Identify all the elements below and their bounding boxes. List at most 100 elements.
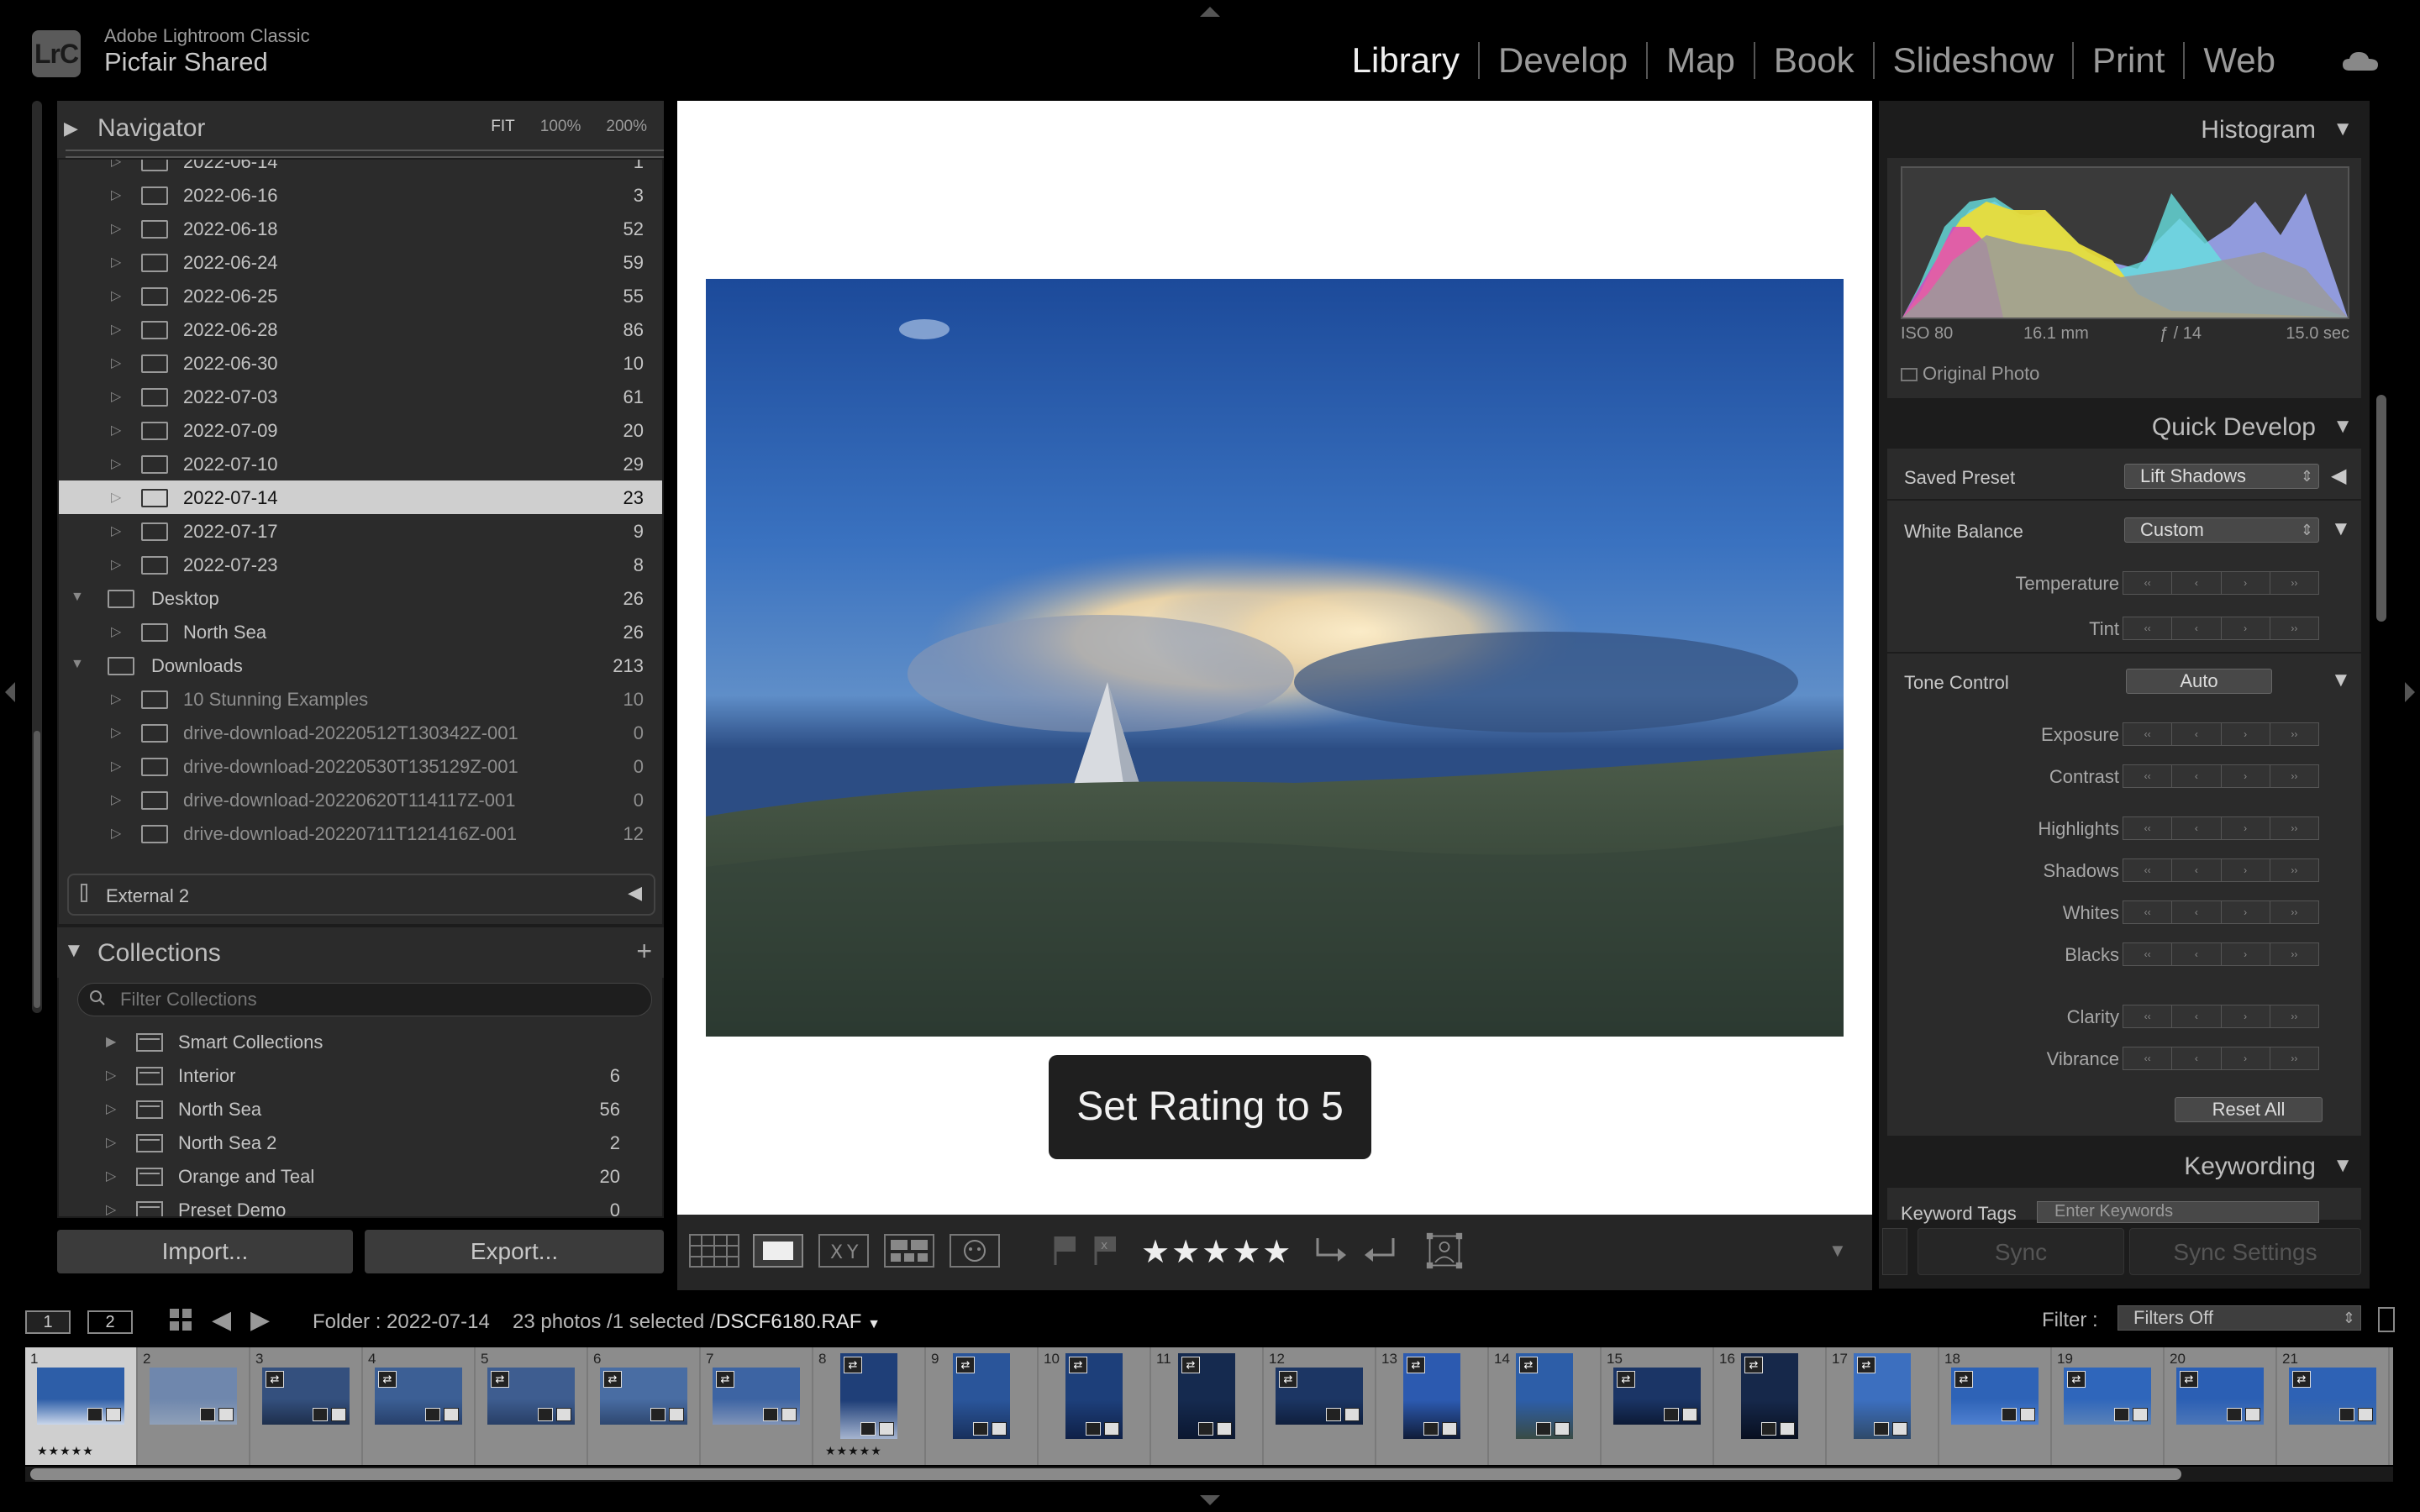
- develop-badge-icon[interactable]: [444, 1408, 459, 1421]
- exposure-dec-large[interactable]: ‹‹: [2123, 723, 2173, 745]
- develop-badge-icon[interactable]: [556, 1408, 571, 1421]
- develop-badge-icon[interactable]: [2020, 1408, 2035, 1421]
- filmstrip-thumbnail[interactable]: 12 ⇄: [1264, 1347, 1376, 1465]
- temperature-inc-large[interactable]: ››: [2270, 572, 2318, 594]
- auto-tone-button[interactable]: Auto: [2126, 669, 2272, 694]
- volume-collapse-icon[interactable]: ◀: [628, 882, 642, 904]
- folder-expand-icon[interactable]: ▷: [111, 422, 121, 438]
- keywording-collapse-icon[interactable]: ▼: [2333, 1154, 2353, 1178]
- filmstrip-thumbnail[interactable]: 11 ⇄: [1151, 1347, 1264, 1465]
- folder-row[interactable]: ▷ 10 Stunning Examples 10: [59, 682, 662, 716]
- folder-row[interactable]: ▷ 2022-06-14 1: [59, 160, 662, 178]
- develop-badge-icon[interactable]: [106, 1408, 121, 1421]
- filmstrip-thumbnail[interactable]: 4 ⇄: [363, 1347, 476, 1465]
- folder-expand-icon[interactable]: ▷: [111, 489, 121, 506]
- rating-stars[interactable]: ★★★★★: [1141, 1233, 1292, 1272]
- collection-expand-icon[interactable]: ▷: [106, 1100, 116, 1117]
- collection-badge-icon[interactable]: [200, 1408, 215, 1421]
- add-collection-icon[interactable]: +: [636, 936, 652, 967]
- folder-collapse-icon[interactable]: ▼: [71, 590, 84, 605]
- shadows-dec[interactable]: ‹: [2172, 859, 2222, 881]
- whites-inc[interactable]: ›: [2222, 901, 2270, 923]
- left-panel-toggle-icon[interactable]: [5, 682, 15, 702]
- exposure-dec[interactable]: ‹: [2172, 723, 2222, 745]
- collection-row[interactable]: ▷ North Sea 56: [59, 1092, 662, 1126]
- folder-expand-icon[interactable]: ▷: [111, 690, 121, 707]
- highlights-dec-large[interactable]: ‹‹: [2123, 817, 2173, 839]
- reset-all-button[interactable]: Reset All: [2175, 1097, 2323, 1122]
- collection-badge-icon[interactable]: [763, 1408, 778, 1421]
- folder-row[interactable]: ▷ drive-download-20220530T135129Z-001 0: [59, 749, 662, 783]
- develop-badge-icon[interactable]: [1217, 1422, 1232, 1436]
- folder-row[interactable]: ▷ 2022-07-03 61: [59, 380, 662, 413]
- folder-expand-icon[interactable]: ▷: [111, 522, 121, 539]
- folder-row[interactable]: ▷ 2022-07-23 8: [59, 548, 662, 581]
- auto-sync-switch[interactable]: [1882, 1228, 1907, 1275]
- develop-badge-icon[interactable]: [2358, 1408, 2373, 1421]
- folder-expand-icon[interactable]: ▷: [111, 354, 121, 371]
- vibrance-dec-large[interactable]: ‹‹: [2123, 1047, 2173, 1069]
- folder-collapse-icon[interactable]: ▼: [71, 657, 84, 672]
- filter-lock-icon[interactable]: [2378, 1307, 2395, 1332]
- flag-reject-icon[interactable]: x: [1089, 1231, 1123, 1270]
- filmstrip-thumbnail[interactable]: 19 ⇄: [2052, 1347, 2165, 1465]
- folder-row[interactable]: ▷ 2022-07-10 29: [59, 447, 662, 480]
- filmstrip-thumbnail[interactable]: 13 ⇄: [1376, 1347, 1489, 1465]
- collection-badge-icon[interactable]: [1536, 1422, 1551, 1436]
- folder-row[interactable]: ▷ drive-download-20220620T114117Z-001 0: [59, 783, 662, 816]
- navigator-preview[interactable]: [66, 150, 664, 158]
- filmstrip-thumbnail[interactable]: 8 ⇄ ★★★★★: [813, 1347, 926, 1465]
- filmstrip-thumbnail[interactable]: 17 ⇄: [1827, 1347, 1939, 1465]
- collection-badge-icon[interactable]: [538, 1408, 553, 1421]
- saved-preset-select[interactable]: Lift Shadows: [2124, 464, 2319, 489]
- shadows-dec-large[interactable]: ‹‹: [2123, 859, 2173, 881]
- collection-badge-icon[interactable]: [1326, 1408, 1341, 1421]
- zoom-200[interactable]: 200%: [606, 118, 647, 136]
- contrast-dec-large[interactable]: ‹‹: [2123, 765, 2173, 787]
- folder-expand-icon[interactable]: ▷: [111, 758, 121, 774]
- temperature-inc[interactable]: ›: [2222, 572, 2270, 594]
- vibrance-inc-large[interactable]: ››: [2270, 1047, 2318, 1069]
- highlights-stepper[interactable]: ‹‹ ‹ › ››: [2123, 816, 2319, 840]
- folder-row[interactable]: ▷ drive-download-20220512T130342Z-001 0: [59, 716, 662, 749]
- collection-expand-icon[interactable]: ▷: [106, 1168, 116, 1184]
- folder-row[interactable]: ▷ 2022-06-30 10: [59, 346, 662, 380]
- collection-badge-icon[interactable]: [313, 1408, 328, 1421]
- filmstrip-scroll-thumb[interactable]: [30, 1468, 2181, 1480]
- temperature-stepper[interactable]: ‹‹ ‹ › ››: [2123, 571, 2319, 595]
- grid-view-icon[interactable]: [689, 1231, 739, 1270]
- module-map[interactable]: Map: [1648, 42, 1755, 79]
- collection-row[interactable]: ▷ Preset Demo 0: [59, 1193, 662, 1216]
- forward-arrow-icon[interactable]: ▶: [250, 1305, 270, 1335]
- exposure-inc-large[interactable]: ››: [2270, 723, 2318, 745]
- develop-badge-icon[interactable]: [1104, 1422, 1119, 1436]
- white-balance-select[interactable]: Custom: [2124, 517, 2319, 543]
- screen-1-button[interactable]: 1: [25, 1310, 71, 1334]
- shadows-stepper[interactable]: ‹‹ ‹ › ››: [2123, 858, 2319, 882]
- module-develop[interactable]: Develop: [1480, 42, 1649, 79]
- volume-external-2[interactable]: External 2 ◀: [67, 874, 655, 916]
- temperature-dec-large[interactable]: ‹‹: [2123, 572, 2173, 594]
- tint-inc-large[interactable]: ››: [2270, 617, 2318, 639]
- collection-badge-icon[interactable]: [1664, 1408, 1679, 1421]
- white-balance-collapse-icon[interactable]: ▼: [2331, 517, 2351, 541]
- filmstrip-thumbnail[interactable]: 2: [138, 1347, 250, 1465]
- filmstrip-thumbnail[interactable]: 9 ⇄: [926, 1347, 1039, 1465]
- contrast-inc-large[interactable]: ››: [2270, 765, 2318, 787]
- cloud-sync-icon[interactable]: [2341, 49, 2380, 72]
- survey-view-icon[interactable]: [884, 1231, 934, 1270]
- collection-row[interactable]: ▷ Orange and Teal 20: [59, 1159, 662, 1193]
- develop-badge-icon[interactable]: [1682, 1408, 1697, 1421]
- collection-expand-icon[interactable]: ▷: [106, 1201, 116, 1216]
- blacks-stepper[interactable]: ‹‹ ‹ › ››: [2123, 942, 2319, 966]
- develop-badge-icon[interactable]: [2133, 1408, 2148, 1421]
- folder-row[interactable]: ▷ 2022-06-18 52: [59, 212, 662, 245]
- folder-expand-icon[interactable]: ▷: [111, 220, 121, 237]
- folder-expand-icon[interactable]: ▷: [111, 321, 121, 338]
- folder-expand-icon[interactable]: ▷: [111, 254, 121, 270]
- folder-row[interactable]: ▷ 2022-06-28 86: [59, 312, 662, 346]
- collection-badge-icon[interactable]: [87, 1408, 103, 1421]
- develop-badge-icon[interactable]: [879, 1422, 894, 1436]
- temperature-dec[interactable]: ‹: [2172, 572, 2222, 594]
- develop-badge-icon[interactable]: [1555, 1422, 1570, 1436]
